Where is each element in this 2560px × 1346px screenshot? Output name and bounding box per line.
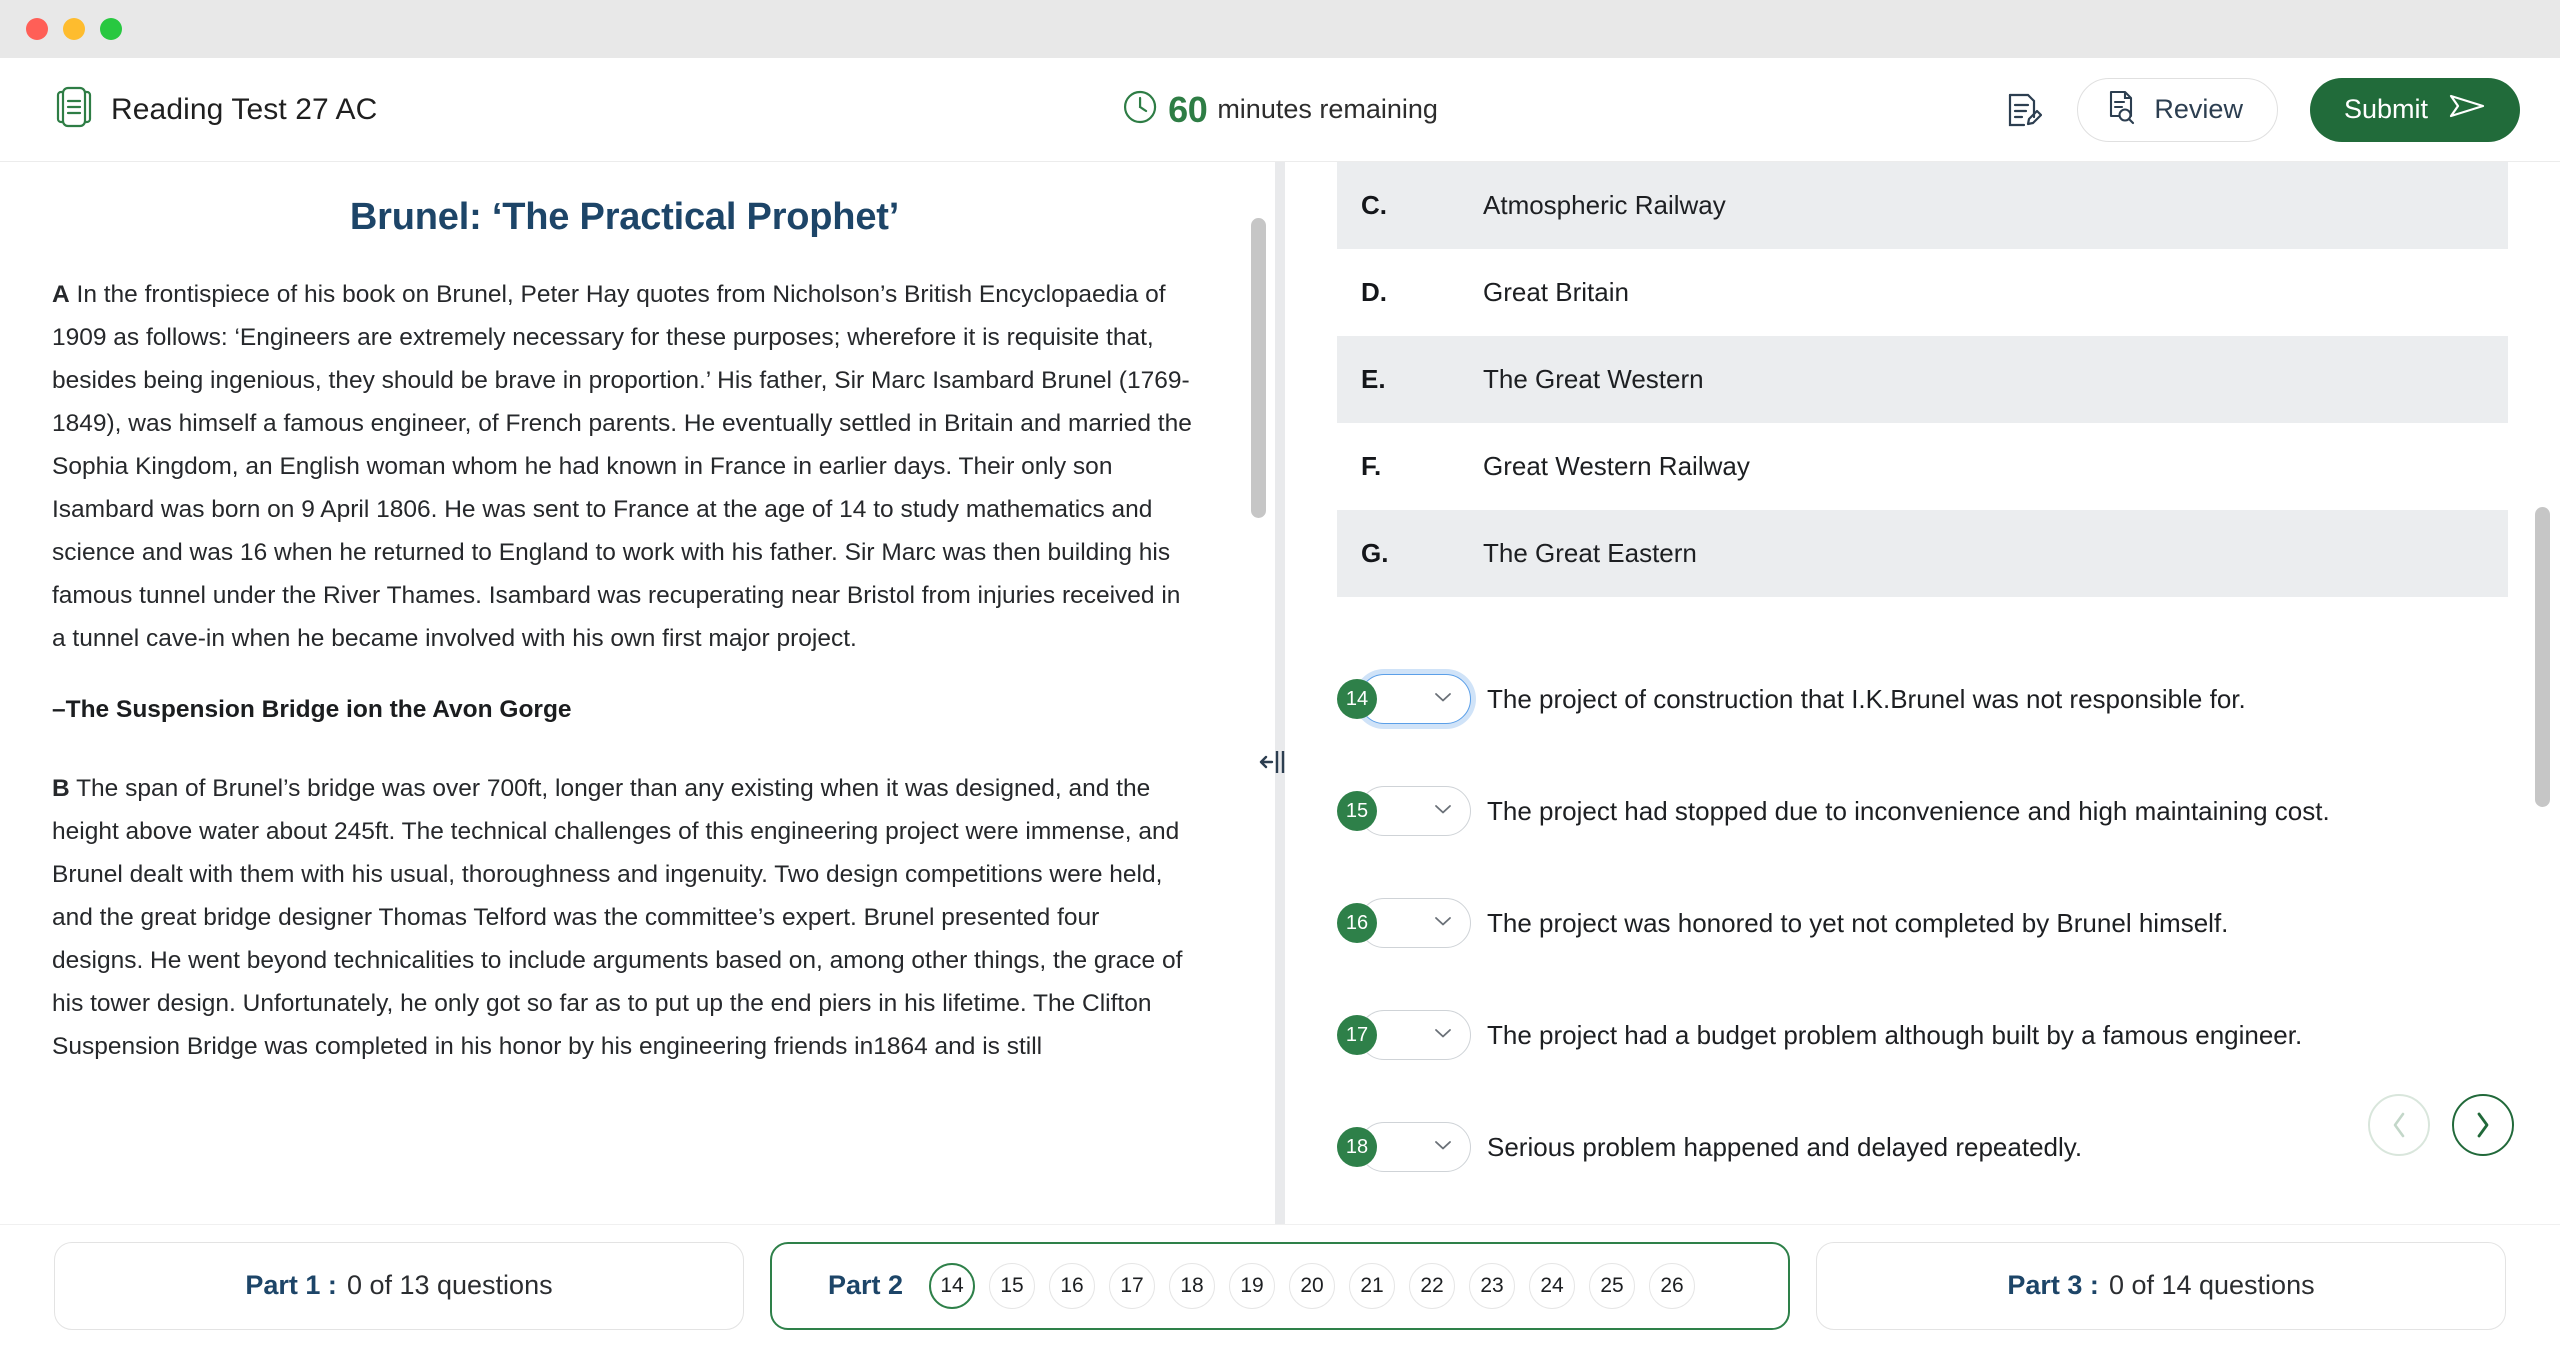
window-minimize-button[interactable] (63, 18, 85, 40)
pane-splitter[interactable] (1259, 162, 1301, 1224)
timer: 60 minutes remaining (1122, 89, 1438, 131)
part-1-label: Part 1 : (245, 1270, 337, 1300)
parts-navigation-bar: Part 1 : 0 of 13 questions Part 2 14 15 16… (0, 1224, 2560, 1346)
question-row: 14 The project of construction that I.K.B… (1337, 643, 2508, 755)
passage-paragraph-a: A In the frontispiece of his book on Bru… (52, 273, 1197, 660)
question-number-badge: 16 (1337, 903, 1377, 943)
chevron-down-icon (1434, 1138, 1452, 1156)
option-text: Great Britain (1483, 277, 1629, 307)
part-2-question-number[interactable]: 24 (1529, 1262, 1576, 1309)
chevron-down-icon (1434, 914, 1452, 932)
part-3-count: 0 of 14 questions (2108, 1270, 2315, 1300)
book-icon (55, 86, 93, 133)
chevron-left-icon[interactable] (2368, 1094, 2430, 1156)
option-text: Atmospheric Railway (1483, 190, 1726, 220)
option-row[interactable]: G. The Great Eastern (1337, 510, 2508, 597)
submit-button[interactable]: Submit (2309, 77, 2520, 142)
question-number-badge: 18 (1337, 1127, 1377, 1167)
chevron-down-icon (1434, 802, 1452, 820)
chevron-down-icon (1434, 690, 1452, 708)
window-close-button[interactable] (26, 18, 48, 40)
questions-scrollbar-thumb[interactable] (2535, 507, 2550, 807)
option-letter: E. (1361, 364, 1386, 394)
questions-pane: C. Atmospheric Railway D. Great Britain E. Th… (1285, 162, 2560, 1224)
submit-label: Submit (2343, 94, 2428, 124)
option-row[interactable]: D. Great Britain (1337, 249, 2508, 336)
part-3-card[interactable]: Part 3 : 0 of 14 questions (1816, 1241, 2506, 1330)
paragraph-label-a: A (52, 281, 70, 308)
part-2-question-number[interactable]: 22 (1409, 1262, 1456, 1309)
part-2-question-number[interactable]: 14 (929, 1262, 976, 1309)
question-row: 18 Serious problem happened and delayed r… (1337, 1091, 2508, 1203)
clock-icon (1122, 89, 1158, 130)
window-maximize-button[interactable] (100, 18, 122, 40)
option-row[interactable]: E. The Great Western (1337, 336, 2508, 423)
workspace: Brunel: ‘The Practical Prophet’ A In the… (0, 162, 2560, 1224)
paragraph-text-a: In the frontispiece of his book on Brune… (52, 281, 1192, 652)
option-letter: C. (1361, 190, 1387, 220)
passage-subheading: –The Suspension Bridge ion the Avon Gorg… (52, 696, 572, 723)
part-2-question-number[interactable]: 20 (1289, 1262, 1336, 1309)
part-2-question-number[interactable]: 25 (1589, 1262, 1636, 1309)
options-list: C. Atmospheric Railway D. Great Britain E. Th… (1337, 162, 2508, 597)
option-row[interactable]: F. Great Western Railway (1337, 423, 2508, 510)
timer-minutes: 60 (1168, 88, 1208, 130)
paragraph-label-b: B (52, 775, 70, 802)
passage-pane: Brunel: ‘The Practical Prophet’ A In the… (0, 162, 1275, 1224)
question-text: The project of construction that I.K.Bru… (1487, 683, 2246, 714)
question-text: The project had stopped due to inconveni… (1487, 795, 2330, 826)
question-navigation (2368, 1094, 2514, 1156)
question-number-badge: 17 (1337, 1015, 1377, 1055)
passage-scrollbar-thumb[interactable] (1251, 218, 1266, 518)
question-text: The project was honored to yet not compl… (1487, 907, 2229, 938)
option-text: Great Western Railway (1483, 451, 1750, 481)
option-letter: G. (1361, 538, 1389, 568)
window-title-bar (0, 0, 2560, 58)
part-2-question-number[interactable]: 21 (1349, 1262, 1396, 1309)
part-2-question-numbers: 14 15 16 17 18 19 20 21 22 23 24 25 26 (929, 1262, 1696, 1309)
part-2-label: Part 2 (828, 1270, 904, 1300)
question-text: Serious problem happened and delayed rep… (1487, 1131, 2083, 1162)
part-2-question-number[interactable]: 17 (1109, 1262, 1156, 1309)
header-actions: Review Submit (1999, 77, 2520, 142)
part-1-count: 0 of 13 questions (346, 1270, 553, 1300)
app-header: Reading Test 27 AC 60 minutes remaining (0, 58, 2560, 162)
part-2-question-number[interactable]: 19 (1229, 1262, 1276, 1309)
paragraph-text-b: The span of Brunel’s bridge was over 700… (52, 775, 1183, 1060)
passage-paragraph-b: B The span of Brunel’s bridge was over 7… (52, 767, 1197, 1068)
passage-title: Brunel: ‘The Practical Prophet’ (349, 196, 900, 238)
page-title: Reading Test 27 AC (111, 92, 378, 126)
part-3-label: Part 3 : (2007, 1270, 2099, 1300)
part-1-card[interactable]: Part 1 : 0 of 13 questions (54, 1241, 744, 1330)
chevron-down-icon (1434, 1026, 1452, 1044)
send-icon (2448, 92, 2486, 127)
question-number-badge: 15 (1337, 791, 1377, 831)
question-text: The project had a budget problem althoug… (1487, 1019, 2303, 1050)
part-2-question-number[interactable]: 16 (1049, 1262, 1096, 1309)
part-2-question-number[interactable]: 26 (1649, 1262, 1696, 1309)
part-2-question-number[interactable]: 15 (989, 1262, 1036, 1309)
question-row: 15 The project had stopped due to inconve… (1337, 755, 2508, 867)
questions-list: 14 The project of construction that I.K.B… (1337, 643, 2508, 1203)
option-letter: D. (1361, 277, 1387, 307)
document-search-icon (2104, 89, 2138, 130)
part-2-card[interactable]: Part 2 14 15 16 17 18 19 20 21 22 23 24 25 26 (770, 1241, 1790, 1330)
review-label: Review (2154, 94, 2243, 124)
part-2-question-number[interactable]: 18 (1169, 1262, 1216, 1309)
note-edit-icon[interactable] (1999, 87, 2045, 133)
chevron-right-icon[interactable] (2452, 1094, 2514, 1156)
question-row: 17 The project had a budget problem altho… (1337, 979, 2508, 1091)
timer-label: minutes remaining (1217, 94, 1438, 124)
brand: Reading Test 27 AC (55, 86, 377, 133)
part-2-question-number[interactable]: 23 (1469, 1262, 1516, 1309)
question-number-badge: 14 (1337, 679, 1377, 719)
review-button[interactable]: Review (2077, 77, 2278, 142)
option-letter: F. (1361, 451, 1382, 481)
option-text: The Great Western (1483, 364, 1704, 394)
question-row: 16 The project was honored to yet not com… (1337, 867, 2508, 979)
option-text: The Great Eastern (1483, 538, 1697, 568)
option-row[interactable]: C. Atmospheric Railway (1337, 162, 2508, 249)
